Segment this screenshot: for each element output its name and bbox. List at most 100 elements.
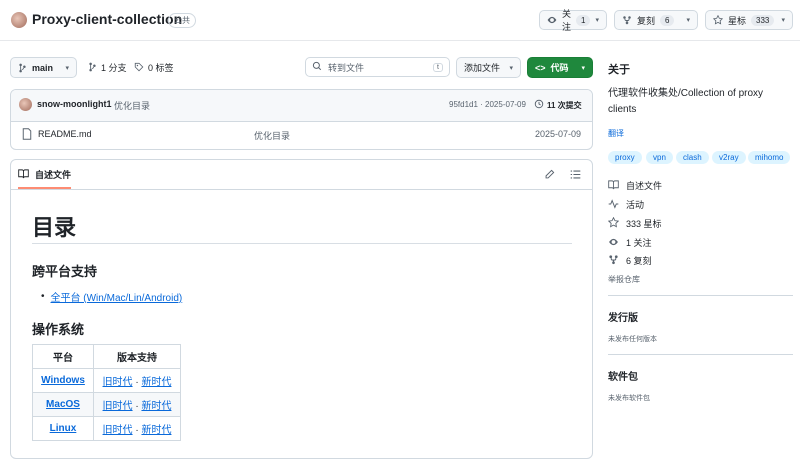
table-row: MacOS 旧时代 · 新时代: [32, 392, 181, 417]
chevron-down-icon: ▾: [581, 64, 585, 72]
os-table: 平台 版本支持 Windows 旧时代 · 新时代 MacOS 旧时代 · 新时…: [32, 344, 181, 441]
repo-name[interactable]: Proxy-client-collection: [32, 11, 182, 27]
sidebar-forks-link[interactable]: 6 复刻: [608, 254, 652, 267]
sidebar-stars-link[interactable]: 333 星标: [607, 216, 662, 230]
fork-count: 6: [660, 14, 675, 26]
file-row[interactable]: README.md 优化目录 2025-07-09: [11, 121, 592, 149]
branch-name: main: [32, 62, 54, 73]
releases-title[interactable]: 发行版: [608, 309, 638, 324]
fork-icon: [622, 15, 632, 25]
readme-tab[interactable]: 自述文件: [18, 168, 72, 189]
goto-file-placeholder: 转到文件: [328, 62, 365, 73]
watch-button[interactable]: 关注 1 ▾: [539, 9, 607, 32]
readme-tab-label: 自述文件: [35, 170, 72, 180]
pulse-icon: [608, 198, 619, 211]
old-era-link[interactable]: 旧时代: [103, 425, 133, 436]
branches-count: 1 分支: [101, 63, 127, 73]
star-button[interactable]: 星标 333 ▾: [705, 10, 793, 30]
watch-label: 关注: [562, 9, 572, 32]
h1-divider: [32, 243, 572, 244]
commit-author[interactable]: snow-moonlight1: [37, 99, 112, 109]
author-avatar[interactable]: [19, 98, 32, 111]
branch-selector[interactable]: main ▾: [10, 57, 77, 78]
sidebar-watchers-label: 1 关注: [626, 238, 652, 248]
eye-icon: [547, 15, 557, 25]
fork-label: 复刻: [637, 15, 656, 26]
tags-link[interactable]: 0 标签: [134, 61, 174, 74]
edit-icon[interactable]: [544, 169, 555, 183]
book-icon: [608, 179, 619, 192]
report-repo-link[interactable]: 举报仓库: [608, 274, 640, 285]
commit-hash-date[interactable]: 95fd1d1 · 2025-07-09: [449, 100, 526, 109]
add-file-button[interactable]: 添加文件 ▾: [456, 57, 521, 78]
separator-dot: ·: [135, 425, 139, 436]
visibility-badge: 公共: [168, 13, 196, 28]
sidebar-forks-label: 6 复刻: [626, 256, 652, 266]
chevron-down-icon: ▾: [595, 17, 599, 24]
chevron-down-icon: ▾: [509, 64, 513, 72]
fork-button[interactable]: 复刻 6 ▾: [614, 10, 698, 30]
cross-platform-item: • 全平台 (Win/Mac/Lin/Android): [41, 289, 182, 304]
code-button[interactable]: <> 代码 ▾: [527, 57, 593, 78]
code-label: 代码: [550, 63, 569, 73]
table-row: Windows 旧时代 · 新时代: [32, 368, 181, 393]
topic-mihomo[interactable]: mihomo: [748, 151, 791, 164]
sidebar-divider: [608, 295, 793, 296]
table-header-version: 版本支持: [93, 344, 181, 369]
topic-v2ray[interactable]: v2ray: [712, 151, 746, 164]
eye-icon: [608, 237, 619, 249]
sidebar-divider: [608, 354, 793, 355]
add-file-label: 添加文件: [464, 63, 501, 73]
goto-file-input[interactable]: 转到文件 t: [305, 57, 450, 77]
topic-vpn[interactable]: vpn: [646, 151, 673, 164]
topic-clash[interactable]: clash: [676, 151, 709, 164]
history-icon: [534, 99, 544, 111]
header-divider: [0, 40, 800, 41]
platform-link-windows[interactable]: Windows: [41, 375, 85, 386]
packages-title[interactable]: 软件包: [608, 368, 638, 383]
outline-icon[interactable]: [570, 169, 581, 183]
about-description: 代理软件收集处/Collection of proxy clients: [608, 88, 764, 115]
topic-proxy[interactable]: proxy: [608, 151, 642, 164]
commits-link[interactable]: 11 次提交: [534, 99, 582, 111]
sidebar-readme-label: 自述文件: [626, 181, 663, 191]
readme-h2-os: 操作系统: [32, 322, 85, 337]
readme-h2-cross: 跨平台支持: [32, 264, 98, 279]
separator-dot: ·: [135, 377, 139, 388]
chevron-down-icon: ▾: [781, 17, 785, 24]
star-icon: [607, 216, 620, 230]
sidebar-activity-label: 活动: [626, 200, 645, 210]
goto-file-shortcut: t: [433, 62, 443, 72]
bullet: •: [41, 291, 45, 302]
search-icon: [312, 61, 322, 74]
file-name[interactable]: README.md: [38, 129, 92, 139]
commit-message[interactable]: 优化目录: [114, 99, 150, 112]
file-commit-message[interactable]: 优化目录: [254, 129, 290, 142]
cross-platform-link[interactable]: 全平台 (Win/Mac/Lin/Android): [51, 289, 183, 304]
fork-icon: [608, 254, 619, 267]
table-header-platform: 平台: [32, 344, 94, 369]
readme-h1: 目录: [32, 215, 77, 240]
old-era-link[interactable]: 旧时代: [103, 401, 133, 412]
branches-link[interactable]: 1 分支: [88, 61, 127, 74]
file-icon: [22, 128, 32, 143]
platform-link-macos[interactable]: MacOS: [46, 399, 80, 410]
tags-count: 0 标签: [148, 63, 174, 73]
tag-icon: [134, 62, 144, 74]
sidebar-activity-link[interactable]: 活动: [608, 198, 644, 211]
old-era-link[interactable]: 旧时代: [103, 377, 133, 388]
repo-avatar[interactable]: [11, 12, 27, 28]
new-era-link[interactable]: 新时代: [141, 377, 171, 388]
readme-tab-divider: [11, 189, 592, 190]
watch-count: 1: [576, 14, 591, 26]
star-icon: [713, 15, 723, 25]
new-era-link[interactable]: 新时代: [141, 401, 171, 412]
sidebar-readme-link[interactable]: 自述文件: [608, 179, 662, 192]
translate-link[interactable]: 翻译: [608, 128, 624, 139]
sidebar-watchers-link[interactable]: 1 关注: [608, 236, 652, 249]
new-era-link[interactable]: 新时代: [141, 425, 171, 436]
file-date: 2025-07-09: [535, 129, 582, 139]
platform-link-linux[interactable]: Linux: [50, 423, 77, 434]
sidebar-stars-label: 333 星标: [626, 219, 662, 229]
chevron-down-icon: ▾: [65, 64, 69, 72]
